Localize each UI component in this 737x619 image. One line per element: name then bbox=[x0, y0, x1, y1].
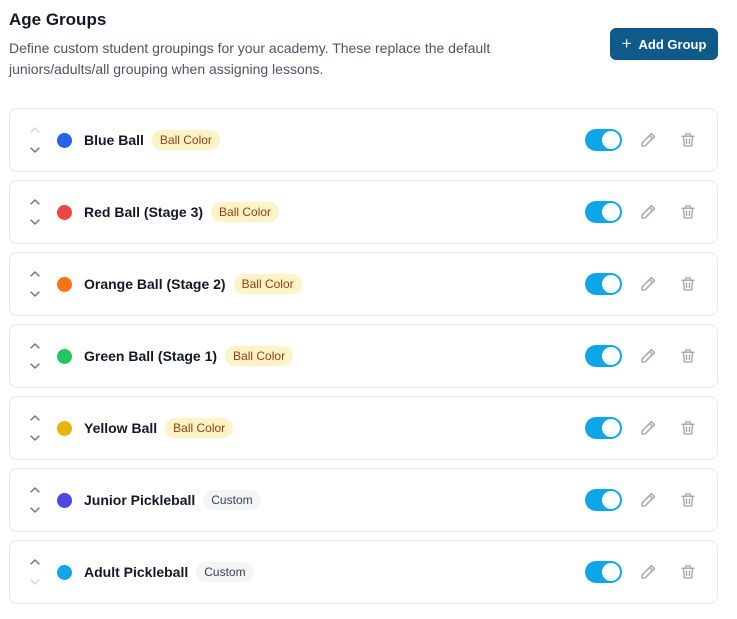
trash-icon[interactable] bbox=[679, 203, 697, 221]
age-group-row: Junior Pickleball Custom bbox=[9, 468, 718, 532]
chevron-up-icon[interactable] bbox=[28, 341, 42, 351]
group-type-badge: Ball Color bbox=[225, 346, 294, 366]
age-group-row: Yellow Ball Ball Color bbox=[9, 396, 718, 460]
toggle-knob bbox=[602, 275, 620, 293]
group-info: Junior Pickleball Custom bbox=[84, 469, 261, 531]
enabled-toggle[interactable] bbox=[585, 201, 622, 223]
reorder-controls bbox=[28, 125, 42, 155]
chevron-down-icon[interactable] bbox=[28, 145, 42, 155]
reorder-controls bbox=[28, 269, 42, 299]
trash-icon[interactable] bbox=[679, 563, 697, 581]
reorder-controls bbox=[28, 341, 42, 371]
reorder-controls bbox=[28, 557, 42, 587]
chevron-up-icon[interactable] bbox=[28, 413, 42, 423]
chevron-down-icon[interactable] bbox=[28, 361, 42, 371]
page-title: Age Groups bbox=[9, 10, 107, 29]
toggle-knob bbox=[602, 203, 620, 221]
group-name: Adult Pickleball bbox=[84, 564, 189, 580]
trash-icon[interactable] bbox=[679, 491, 697, 509]
chevron-up-icon[interactable] bbox=[28, 197, 42, 207]
toggle-knob bbox=[602, 131, 620, 149]
chevron-up-icon bbox=[30, 127, 40, 133]
group-info: Red Ball (Stage 3) Ball Color bbox=[84, 181, 280, 243]
reorder-controls bbox=[28, 413, 42, 443]
enabled-toggle[interactable] bbox=[585, 273, 622, 295]
age-groups-header: Age Groups Define custom student groupin… bbox=[9, 10, 729, 77]
group-name: Red Ball (Stage 3) bbox=[84, 204, 204, 220]
group-name: Green Ball (Stage 1) bbox=[84, 348, 218, 364]
toggle-knob bbox=[602, 419, 620, 437]
color-dot bbox=[57, 565, 72, 580]
pencil-icon[interactable] bbox=[639, 275, 657, 293]
group-type-badge: Ball Color bbox=[151, 130, 220, 150]
pencil-icon[interactable] bbox=[639, 419, 657, 437]
enabled-toggle[interactable] bbox=[585, 561, 622, 583]
age-group-row: Green Ball (Stage 1) Ball Color bbox=[9, 324, 718, 388]
chevron-up-icon[interactable] bbox=[28, 269, 42, 279]
toggle-knob bbox=[602, 491, 620, 509]
plus-icon: + bbox=[621, 34, 632, 53]
chevron-down-icon bbox=[30, 579, 40, 585]
age-group-list: Blue Ball Ball Color Red Ball (Stage 3) … bbox=[9, 108, 718, 612]
group-info: Orange Ball (Stage 2) Ball Color bbox=[84, 253, 302, 315]
group-name: Yellow Ball bbox=[84, 420, 158, 436]
group-name: Blue Ball bbox=[84, 132, 144, 148]
age-group-row: Blue Ball Ball Color bbox=[9, 108, 718, 172]
group-info: Yellow Ball Ball Color bbox=[84, 397, 234, 459]
pencil-icon[interactable] bbox=[639, 491, 657, 509]
color-dot bbox=[57, 421, 72, 436]
toggle-knob bbox=[602, 347, 620, 365]
enabled-toggle[interactable] bbox=[585, 489, 622, 511]
add-group-button[interactable]: + Add Group bbox=[610, 28, 718, 60]
trash-icon[interactable] bbox=[679, 131, 697, 149]
add-group-label: Add Group bbox=[638, 36, 707, 52]
age-group-row: Orange Ball (Stage 2) Ball Color bbox=[9, 252, 718, 316]
chevron-down-icon[interactable] bbox=[28, 433, 42, 443]
group-info: Adult Pickleball Custom bbox=[84, 541, 254, 603]
group-type-badge: Ball Color bbox=[211, 202, 280, 222]
group-name: Junior Pickleball bbox=[84, 492, 196, 508]
age-group-row: Adult Pickleball Custom bbox=[9, 540, 718, 604]
chevron-down-icon[interactable] bbox=[28, 505, 42, 515]
chevron-down-icon[interactable] bbox=[28, 217, 42, 227]
group-name: Orange Ball (Stage 2) bbox=[84, 276, 226, 292]
chevron-up-icon[interactable] bbox=[28, 485, 42, 495]
pencil-icon[interactable] bbox=[639, 347, 657, 365]
trash-icon[interactable] bbox=[679, 347, 697, 365]
toggle-knob bbox=[602, 563, 620, 581]
group-type-badge: Ball Color bbox=[233, 274, 302, 294]
enabled-toggle[interactable] bbox=[585, 345, 622, 367]
group-type-badge: Custom bbox=[196, 562, 254, 582]
color-dot bbox=[57, 205, 72, 220]
enabled-toggle[interactable] bbox=[585, 417, 622, 439]
group-type-badge: Ball Color bbox=[165, 418, 234, 438]
color-dot bbox=[57, 133, 72, 148]
enabled-toggle[interactable] bbox=[585, 129, 622, 151]
pencil-icon[interactable] bbox=[639, 563, 657, 581]
group-info: Green Ball (Stage 1) Ball Color bbox=[84, 325, 294, 387]
chevron-up-icon[interactable] bbox=[28, 557, 42, 567]
reorder-controls bbox=[28, 197, 42, 227]
trash-icon[interactable] bbox=[679, 275, 697, 293]
color-dot bbox=[57, 349, 72, 364]
age-group-row: Red Ball (Stage 3) Ball Color bbox=[9, 180, 718, 244]
group-info: Blue Ball Ball Color bbox=[84, 109, 220, 171]
color-dot bbox=[57, 277, 72, 292]
pencil-icon[interactable] bbox=[639, 131, 657, 149]
color-dot bbox=[57, 493, 72, 508]
chevron-down-icon[interactable] bbox=[28, 289, 42, 299]
reorder-controls bbox=[28, 485, 42, 515]
pencil-icon[interactable] bbox=[639, 203, 657, 221]
page-description: Define custom student groupings for your… bbox=[9, 40, 491, 77]
group-type-badge: Custom bbox=[203, 490, 261, 510]
trash-icon[interactable] bbox=[679, 419, 697, 437]
